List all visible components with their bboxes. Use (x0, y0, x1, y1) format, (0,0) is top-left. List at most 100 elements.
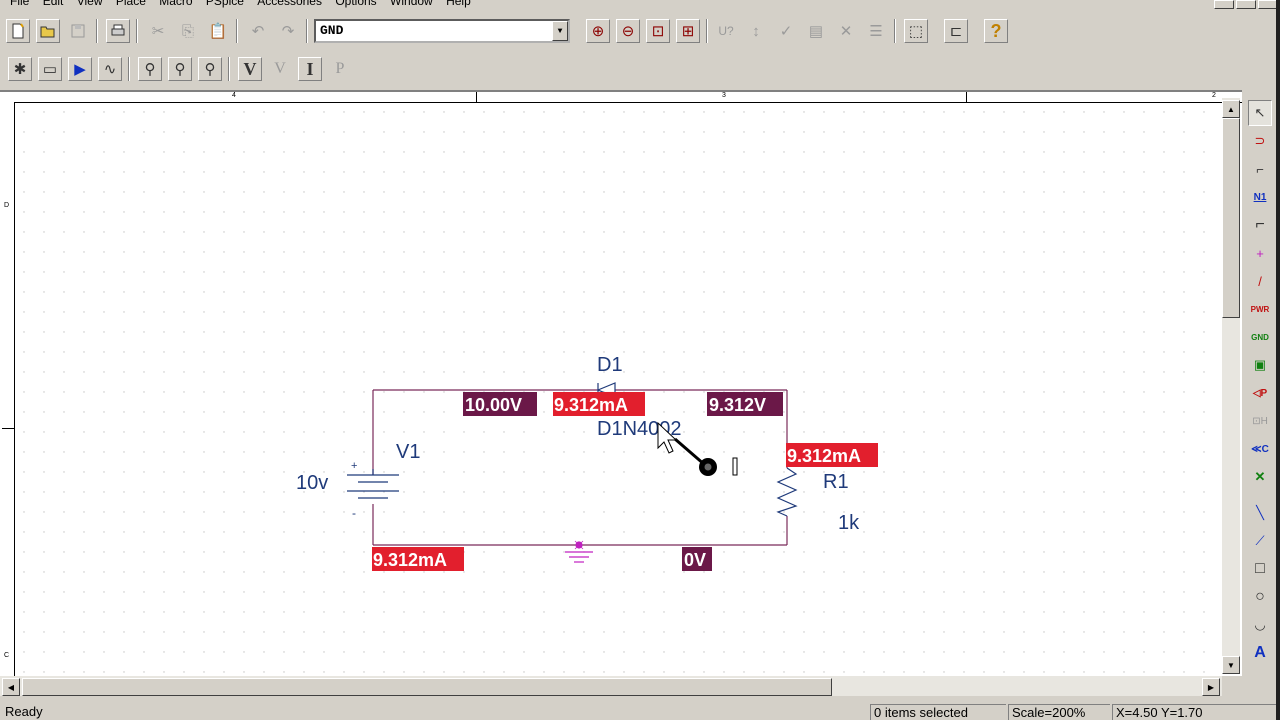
port-icon[interactable]: ◁P (1248, 380, 1272, 406)
menu-place[interactable]: Place (116, 0, 146, 8)
svg-text:10.00V: 10.00V (465, 395, 522, 415)
ruler-label: 2 (1212, 92, 1216, 99)
off-page-connector-icon[interactable]: ≪C (1248, 436, 1272, 462)
polyline-icon[interactable]: ⟋ (1248, 528, 1272, 554)
help-icon[interactable]: ? (984, 19, 1008, 43)
new-simulation-icon[interactable]: ✱ (8, 57, 32, 81)
voltage-marker[interactable]: 9.312V (707, 392, 783, 416)
v1-value[interactable]: 10v (296, 472, 328, 494)
minimize-button[interactable] (1214, 0, 1234, 9)
zoom-in-icon[interactable]: ⊕ (586, 19, 610, 43)
scroll-down-icon[interactable]: ▼ (1222, 656, 1240, 674)
hierarchy-icon[interactable]: ⊏ (944, 19, 968, 43)
net-alias-icon[interactable]: N1 (1248, 184, 1272, 210)
voltage-marker[interactable]: 10.00V (463, 392, 537, 416)
markers-icon[interactable]: ⚲ (198, 57, 222, 81)
voltage-marker[interactable]: 0V (682, 547, 712, 571)
zoom-out-icon[interactable]: ⊖ (616, 19, 640, 43)
plus-sign: + (351, 460, 357, 472)
d1-reference[interactable]: D1 (597, 354, 623, 376)
status-items-selected: 0 items selected (870, 704, 1006, 720)
place-bus-icon[interactable]: ⌐ (1248, 212, 1272, 238)
hierarchical-block-icon[interactable]: ▣ (1248, 352, 1272, 378)
paste-icon[interactable]: 📋 (206, 19, 230, 43)
copy-icon[interactable]: ⎘ (176, 19, 200, 43)
edit-simulation-icon[interactable]: ▭ (38, 57, 62, 81)
no-connect-icon[interactable]: ✕ (1248, 464, 1272, 490)
restore-button[interactable] (1236, 0, 1256, 9)
ellipse-icon[interactable]: ○ (1248, 584, 1272, 610)
r1-reference[interactable]: R1 (823, 471, 849, 493)
svg-text:9.312V: 9.312V (709, 395, 766, 415)
bias-voltage-icon[interactable]: V (238, 57, 262, 81)
menu-pspice[interactable]: PSpice (206, 0, 244, 8)
bill-of-materials-icon[interactable]: ☰ (864, 19, 888, 43)
drc-icon[interactable]: ✓ (774, 19, 798, 43)
menu-window[interactable]: Window (390, 0, 433, 8)
status-scale: Scale=200% (1008, 704, 1110, 720)
net-combo-value: GND (320, 23, 344, 38)
netlist-icon[interactable]: ▤ (804, 19, 828, 43)
net-combo-box[interactable]: GND ▼ (314, 19, 570, 43)
new-file-icon[interactable] (6, 19, 30, 43)
vertical-scroll-thumb[interactable] (1222, 118, 1240, 318)
run-simulation-icon[interactable]: ▶ (68, 57, 92, 81)
cross-reference-icon[interactable]: ✕ (834, 19, 858, 43)
line-icon[interactable]: ╲ (1248, 500, 1272, 526)
print-icon[interactable] (106, 19, 130, 43)
r1-value[interactable]: 1k (838, 512, 860, 534)
hierarchical-pin-icon[interactable]: ⊡H (1248, 408, 1272, 434)
current-probe-icon[interactable]: ⚲ (168, 57, 192, 81)
power-icon[interactable]: PWR (1248, 296, 1272, 322)
minus-sign: - (352, 506, 356, 520)
junction-icon[interactable]: + (1248, 240, 1272, 266)
zoom-all-icon[interactable]: ⊞ (676, 19, 700, 43)
close-button[interactable] (1258, 0, 1278, 9)
ruler-label: C (4, 652, 10, 659)
back-annotate-icon[interactable]: ↕ (744, 19, 768, 43)
text-icon[interactable]: A (1248, 640, 1272, 666)
svg-text:9.312mA: 9.312mA (787, 446, 861, 466)
save-icon[interactable] (66, 19, 90, 43)
menu-edit[interactable]: Edit (43, 0, 64, 8)
ruler-top: 4 3 2 (14, 92, 1242, 103)
annotate-icon[interactable]: U? (714, 19, 738, 43)
menu-help[interactable]: Help (446, 0, 471, 8)
menu-view[interactable]: View (77, 0, 103, 8)
schematic-canvas[interactable]: D1 D1N4002 V1 10v + - R1 1k 10.00V 9.312… (15, 103, 1222, 676)
scroll-up-icon[interactable]: ▲ (1222, 100, 1240, 118)
menu-macro[interactable]: Macro (159, 0, 192, 8)
arc-icon[interactable]: ◡ (1248, 612, 1272, 638)
cut-icon[interactable]: ✂ (146, 19, 170, 43)
bias-voltage-level-icon[interactable]: V (268, 57, 292, 81)
horizontal-scroll-thumb[interactable] (22, 678, 832, 696)
current-marker[interactable]: 9.312mA (786, 443, 878, 467)
ground-icon[interactable]: GND (1248, 324, 1272, 350)
menu-file[interactable]: File (10, 0, 29, 8)
rectangle-icon[interactable]: □ (1248, 556, 1272, 582)
undo-icon[interactable]: ↶ (246, 19, 270, 43)
zoom-area-icon[interactable]: ⊡ (646, 19, 670, 43)
bus-entry-icon[interactable]: / (1248, 268, 1272, 294)
browse-icon[interactable]: ⬚ (904, 19, 928, 43)
ruler-label: 3 (722, 92, 726, 99)
current-marker[interactable]: 9.312mA (553, 392, 645, 416)
current-marker[interactable]: 9.312mA (372, 547, 464, 571)
open-folder-icon[interactable] (36, 19, 60, 43)
bias-power-icon[interactable]: P (328, 57, 352, 81)
menu-options[interactable]: Options (335, 0, 376, 8)
ruler-label: 4 (232, 92, 236, 99)
place-wire-icon[interactable]: ⌐ (1248, 156, 1272, 182)
bias-current-icon[interactable]: I (298, 57, 322, 81)
select-icon[interactable]: ↖ (1248, 100, 1272, 126)
menu-bar: File Edit View Place Macro PSpice Access… (0, 0, 1280, 8)
scroll-left-icon[interactable]: ◀ (2, 678, 20, 696)
menu-accessories[interactable]: Accessories (257, 0, 322, 8)
scroll-right-icon[interactable]: ▶ (1202, 678, 1220, 696)
v1-reference[interactable]: V1 (396, 441, 420, 463)
place-part-icon[interactable]: ⊃ (1248, 128, 1272, 154)
redo-icon[interactable]: ↷ (276, 19, 300, 43)
view-results-icon[interactable]: ∿ (98, 57, 122, 81)
chevron-down-icon[interactable]: ▼ (552, 21, 568, 41)
voltage-probe-icon[interactable]: ⚲ (138, 57, 162, 81)
